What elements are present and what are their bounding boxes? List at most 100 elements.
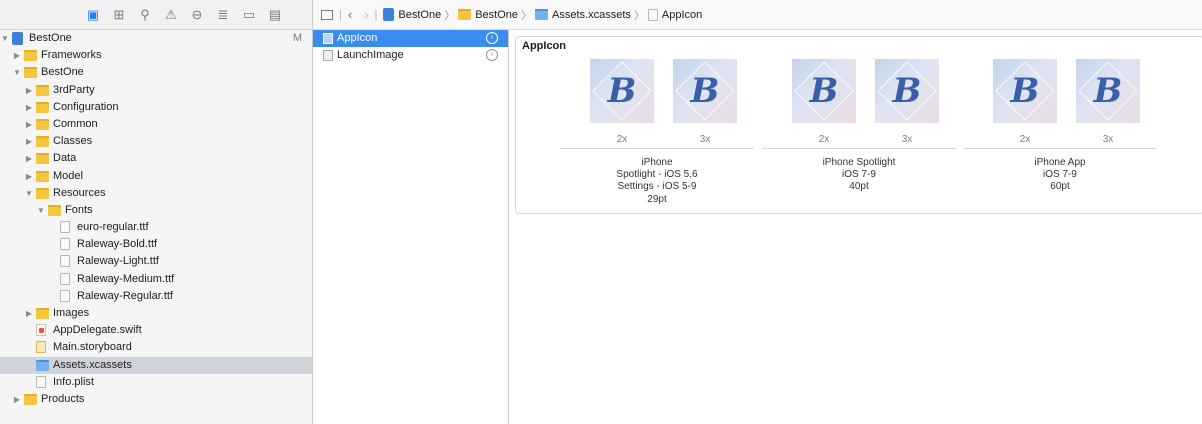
tree-row-raleway-bold-ttf[interactable]: Raleway-Bold.ttf <box>0 236 312 253</box>
tree-row-classes[interactable]: ▶ Classes <box>0 133 312 150</box>
description-line: iOS 7-9 <box>842 169 876 181</box>
tree-row-frameworks[interactable]: ▶ Frameworks <box>0 47 312 64</box>
app-logo-glyph: B <box>690 71 720 111</box>
icon-slot-2x[interactable]: B <box>792 59 856 123</box>
tree-item-label: Configuration <box>53 100 119 113</box>
disclosure-open-icon[interactable]: ▼ <box>24 185 34 202</box>
tree-row-raleway-regular-ttf[interactable]: Raleway-Regular.ttf <box>0 288 312 305</box>
file-icon <box>60 289 70 302</box>
tree-item-label: euro-regular.ttf <box>77 221 149 234</box>
icon-slot-3x[interactable]: B <box>1076 59 1140 123</box>
disclosure-open-icon[interactable]: ▼ <box>0 30 10 47</box>
tree-row-main-storyboard[interactable]: Main.storyboard <box>0 339 312 356</box>
tree-row-raleway-medium-ttf[interactable]: Raleway-Medium.ttf <box>0 271 312 288</box>
tree-item-label: Raleway-Bold.ttf <box>77 238 158 251</box>
tree-row-data[interactable]: ▶ Data <box>0 150 312 167</box>
disclosure-closed-icon[interactable]: ▶ <box>12 391 22 408</box>
breadcrumb-item[interactable]: Assets.xcassets <box>535 9 631 21</box>
back-arrow-icon[interactable]: ‹ <box>348 7 352 22</box>
disclosure-closed-icon[interactable]: ▶ <box>24 116 34 133</box>
asset-item-appicon[interactable]: AppIcon i <box>313 30 508 47</box>
tree-row-bestone[interactable]: ▼ BestOne <box>0 64 312 81</box>
folder-icon <box>36 187 49 199</box>
scale-label: 2x <box>1019 134 1031 145</box>
tree-item-label: Assets.xcassets <box>53 358 132 371</box>
description-line: iPhone App <box>1034 157 1086 168</box>
breakpoint-icon[interactable]: ▭ <box>241 7 257 23</box>
scale-label: 3x <box>699 134 711 145</box>
icon-slot-2x[interactable]: B <box>993 59 1057 123</box>
tree-row-fonts[interactable]: ▼ Fonts <box>0 202 312 219</box>
tree-item-label: Products <box>41 392 85 405</box>
tree-row-resources[interactable]: ▼ Resources <box>0 185 312 202</box>
disclosure-open-icon[interactable]: ▼ <box>12 64 22 81</box>
folder-icon[interactable]: ▣ <box>85 7 101 23</box>
project-icon <box>383 8 395 21</box>
debug-icon[interactable]: ≣ <box>215 7 231 23</box>
tree-row-euro-regular-ttf[interactable]: euro-regular.ttf <box>0 219 312 236</box>
disclosure-closed-icon[interactable]: ▶ <box>24 99 34 116</box>
hierarchy-icon[interactable]: ⊞ <box>111 7 127 23</box>
icon-slot-3x[interactable]: B <box>673 59 737 123</box>
appicon-set[interactable]: AppIcon B 2x B 3x iPhone Spotlight - iOS 5,6 S… <box>515 36 1202 214</box>
tree-row-configuration[interactable]: ▶ Configuration <box>0 99 312 116</box>
breadcrumb-item[interactable]: AppIcon <box>647 8 702 21</box>
scale-label: 2x <box>818 134 830 145</box>
tree-row-info-plist[interactable]: Info.plist <box>0 374 312 391</box>
test-icon[interactable]: ⊖ <box>189 7 205 23</box>
description-line: iOS 7-9 <box>1043 169 1077 181</box>
description-line: iPhone <box>641 157 673 168</box>
icon-slot-3x[interactable]: B <box>875 59 939 123</box>
chevron-right-icon: 〉 <box>444 9 456 22</box>
tree-row-model[interactable]: ▶ Model <box>0 168 312 185</box>
project-icon <box>12 32 23 45</box>
file-icon <box>60 238 70 251</box>
breadcrumb-item[interactable]: BestOne <box>383 8 441 21</box>
tree-row-common[interactable]: ▶ Common <box>0 116 312 133</box>
asset-catalog-icon <box>36 359 49 371</box>
breadcrumb-label: Assets.xcassets <box>552 8 631 21</box>
group-underline <box>560 148 754 149</box>
tree-item-label: Raleway-Regular.ttf <box>77 289 173 302</box>
search-icon[interactable]: ⚲ <box>137 7 153 23</box>
tree-row-assets-xcassets[interactable]: Assets.xcassets <box>0 356 312 374</box>
appicon-icon <box>647 8 658 21</box>
disclosure-closed-icon[interactable]: ▶ <box>24 305 34 322</box>
asset-item-launchimage[interactable]: LaunchImage i <box>313 47 508 64</box>
asset-label: AppIcon <box>337 32 378 44</box>
tree-row-images[interactable]: ▶ Images <box>0 305 312 322</box>
asset-editor: AppIcon B 2x B 3x iPhone Spotlight - iOS 5,6 S… <box>510 30 1202 424</box>
scale-label: 2x <box>616 134 628 145</box>
app-logo-glyph: B <box>1093 71 1123 111</box>
warning-icon[interactable]: ⚠ <box>163 7 179 23</box>
disclosure-closed-icon[interactable]: ▶ <box>24 82 34 99</box>
tree-row-3rdparty[interactable]: ▶ 3rdParty <box>0 82 312 99</box>
forward-arrow-icon[interactable]: › <box>364 7 368 22</box>
disclosure-closed-icon[interactable]: ▶ <box>24 150 34 167</box>
description-line: Settings - iOS 5-9 <box>617 181 697 193</box>
report-icon[interactable]: ▤ <box>267 7 283 23</box>
breadcrumb-item[interactable]: BestOne <box>458 9 518 21</box>
disclosure-open-icon[interactable]: ▼ <box>36 202 46 219</box>
info-badge-icon[interactable]: i <box>486 49 498 61</box>
disclosure-closed-icon[interactable]: ▶ <box>24 168 34 185</box>
tree-row-appdelegate-swift[interactable]: AppDelegate.swift <box>0 322 312 339</box>
tree-row-products[interactable]: ▶ Products <box>0 391 312 408</box>
tree-item-label: Raleway-Medium.ttf <box>77 272 175 285</box>
info-badge-icon[interactable]: i <box>486 32 498 44</box>
app-logo-glyph: B <box>607 71 637 111</box>
tree-item-label: Resources <box>53 186 106 199</box>
disclosure-closed-icon[interactable]: ▶ <box>12 47 22 64</box>
app-logo-glyph: B <box>892 71 922 111</box>
chevron-right-icon: 〉 <box>521 9 533 22</box>
set-title: AppIcon <box>522 40 566 52</box>
group-description: iPhone App iOS 7-9 60pt <box>963 157 1157 194</box>
tree-row-raleway-light-ttf[interactable]: Raleway-Light.ttf <box>0 253 312 270</box>
icon-slot-2x[interactable]: B <box>590 59 654 123</box>
related-items-icon[interactable] <box>321 9 333 20</box>
tree-row-bestone[interactable]: ▼ BestOne M <box>0 30 312 47</box>
disclosure-closed-icon[interactable]: ▶ <box>24 133 34 150</box>
jump-bar: | ‹ › | BestOne 〉 BestOne 〉 Assets.xcassets 〉… <box>313 0 1202 30</box>
folder-icon <box>36 118 49 130</box>
description-line: Spotlight - iOS 5,6 <box>616 169 698 181</box>
